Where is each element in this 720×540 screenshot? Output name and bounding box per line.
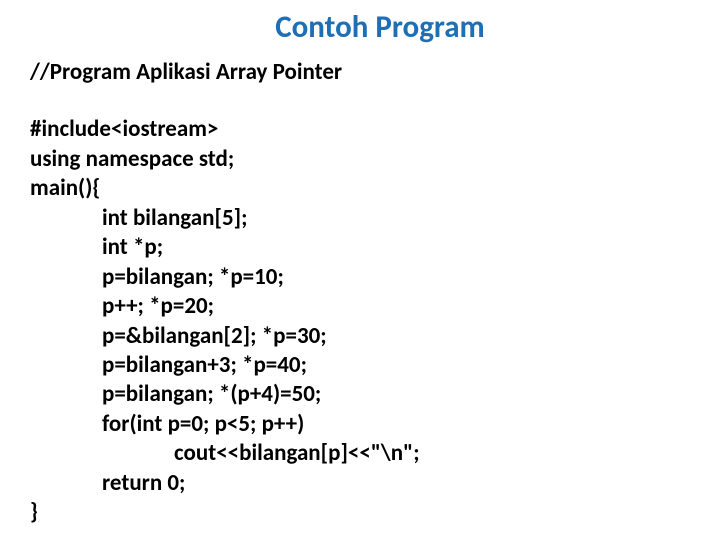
- code-line: #include<iostream>: [30, 115, 690, 144]
- code-line: int bilangan[5];: [30, 204, 690, 233]
- code-line: p=&bilangan[2]; *p=30;: [30, 322, 690, 351]
- code-comment: //Program Aplikasi Array Pointer: [30, 58, 690, 87]
- code-line: cout<<bilangan[p]<<"\n";: [30, 439, 690, 468]
- code-line: p=bilangan; *p=10;: [30, 263, 690, 292]
- code-line: return 0;: [30, 469, 690, 498]
- code-line: int *p;: [30, 233, 690, 262]
- code-line: p=bilangan; *(p+4)=50;: [30, 380, 690, 409]
- code-line: }: [30, 498, 690, 527]
- code-line: main(){: [30, 174, 690, 203]
- code-line: using namespace std;: [30, 145, 690, 174]
- slide-title: Contoh Program: [70, 8, 690, 46]
- code-block: //Program Aplikasi Array Pointer #includ…: [30, 58, 690, 528]
- code-line: p=bilangan+3; *p=40;: [30, 351, 690, 380]
- code-line: for(int p=0; p<5; p++): [30, 410, 690, 439]
- code-line: p++; *p=20;: [30, 292, 690, 321]
